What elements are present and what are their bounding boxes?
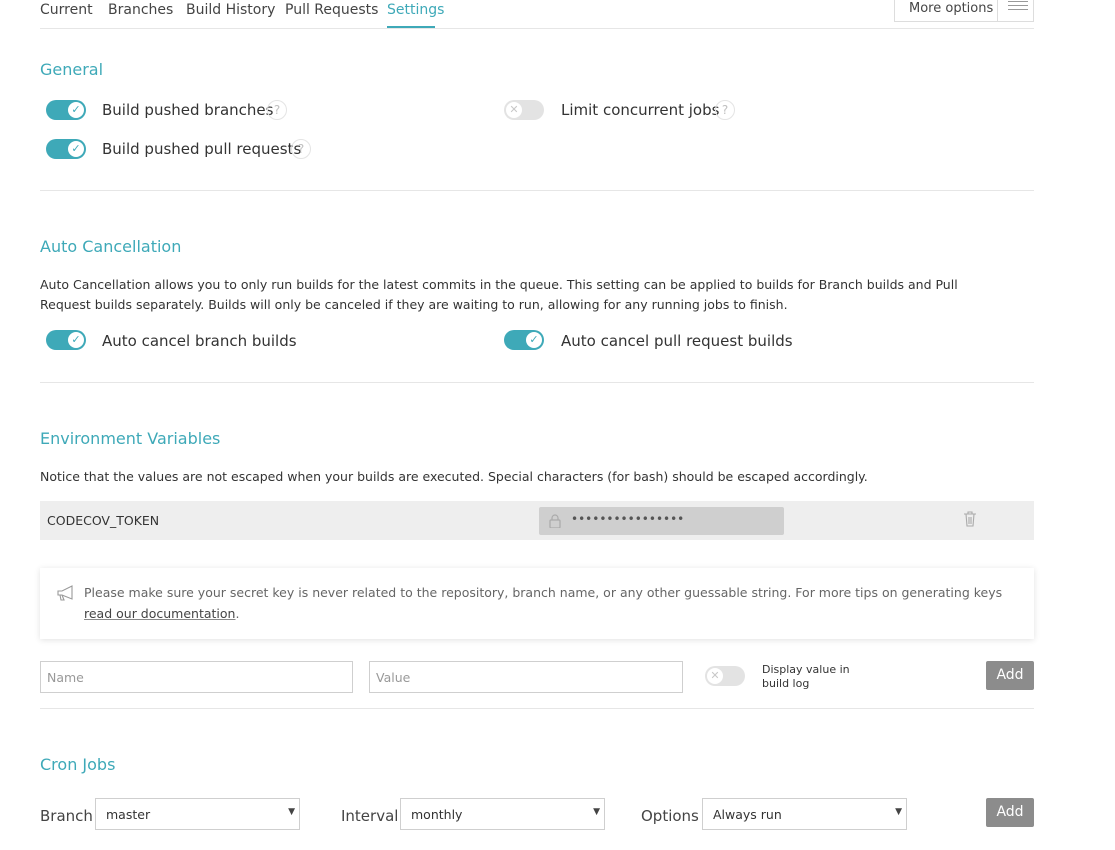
interval-select-value: monthly	[411, 807, 463, 822]
branch-label: Branch	[40, 807, 93, 825]
help-icon[interactable]: ?	[715, 100, 735, 120]
add-env-variable-button[interactable]: Add	[986, 661, 1034, 690]
help-icon[interactable]: ?	[267, 100, 287, 120]
options-select[interactable]: Always run ▼	[702, 798, 907, 830]
x-icon: ✕	[707, 668, 723, 684]
trash-icon[interactable]	[963, 510, 977, 528]
environment-variables-heading: Environment Variables	[40, 429, 221, 448]
build-pushed-pull-requests-toggle[interactable]: ✓	[46, 139, 86, 159]
build-pushed-branches-label: Build pushed branches	[102, 101, 274, 119]
auto-cancellation-heading: Auto Cancellation	[40, 237, 182, 256]
tab-build-history[interactable]: Build History	[186, 2, 275, 18]
limit-concurrent-jobs-label: Limit concurrent jobs	[561, 101, 720, 119]
tab-pull-requests[interactable]: Pull Requests	[285, 2, 378, 18]
tab-current[interactable]: Current	[40, 2, 93, 18]
build-pushed-branches-toggle[interactable]: ✓	[46, 100, 86, 120]
more-options-label: More options	[909, 1, 994, 16]
branch-select-value: master	[106, 807, 151, 822]
security-tip-text: Please make sure your secret key is neve…	[84, 582, 1004, 624]
more-options-button[interactable]: More options	[894, 0, 1034, 22]
env-variable-value: ••••••••••••••••	[539, 507, 784, 535]
auto-cancellation-description: Auto Cancellation allows you to only run…	[40, 277, 958, 312]
tab-branches[interactable]: Branches	[108, 2, 173, 18]
interval-label: Interval	[341, 807, 399, 825]
lock-icon	[549, 514, 561, 528]
security-tip: Please make sure your secret key is neve…	[40, 568, 1034, 639]
env-value-input[interactable]	[369, 661, 683, 693]
options-label: Options	[641, 807, 699, 825]
display-value-toggle[interactable]: ✕	[705, 666, 745, 686]
env-name-input[interactable]	[40, 661, 353, 693]
tabs-divider	[40, 28, 1034, 29]
env-variable-name: CODECOV_TOKEN	[47, 513, 160, 528]
env-variable-row: CODECOV_TOKEN ••••••••••••••••	[40, 501, 1034, 540]
auto-cancel-pull-request-label: Auto cancel pull request builds	[561, 332, 793, 350]
documentation-link[interactable]: read our documentation	[84, 606, 235, 621]
chevron-down-icon: ▼	[288, 807, 295, 817]
check-icon: ✓	[526, 332, 542, 348]
branch-select[interactable]: master ▼	[95, 798, 300, 830]
megaphone-icon	[57, 585, 73, 601]
auto-cancel-pull-request-toggle[interactable]: ✓	[504, 330, 544, 350]
section-divider	[40, 190, 1034, 191]
check-icon: ✓	[68, 332, 84, 348]
masked-value: ••••••••••••••••	[571, 512, 685, 526]
env-value-field[interactable]	[370, 662, 682, 692]
hamburger-menu-icon[interactable]	[997, 0, 1035, 22]
general-heading: General	[40, 60, 104, 79]
x-icon: ✕	[506, 102, 522, 118]
cron-jobs-heading: Cron Jobs	[40, 755, 116, 774]
section-divider	[40, 708, 1034, 709]
auto-cancel-branch-toggle[interactable]: ✓	[46, 330, 86, 350]
security-tip-body: Please make sure your secret key is neve…	[84, 585, 1003, 600]
section-divider	[40, 382, 1034, 383]
check-icon: ✓	[68, 141, 84, 157]
auto-cancel-branch-label: Auto cancel branch builds	[102, 332, 297, 350]
options-select-value: Always run	[713, 807, 782, 822]
interval-select[interactable]: monthly ▼	[400, 798, 605, 830]
help-icon[interactable]: ?	[291, 139, 311, 159]
add-cron-job-button[interactable]: Add	[986, 798, 1034, 827]
env-notice: Notice that the values are not escaped w…	[40, 469, 868, 484]
check-icon: ✓	[68, 102, 84, 118]
chevron-down-icon: ▼	[895, 807, 902, 817]
limit-concurrent-jobs-toggle[interactable]: ✕	[504, 100, 544, 120]
security-tip-period: .	[235, 606, 240, 621]
env-name-field[interactable]	[41, 662, 352, 692]
build-pushed-pull-requests-label: Build pushed pull requests	[102, 140, 302, 158]
display-value-label: Display value in build log	[762, 663, 850, 690]
chevron-down-icon: ▼	[593, 807, 600, 817]
tab-settings[interactable]: Settings	[387, 2, 444, 18]
